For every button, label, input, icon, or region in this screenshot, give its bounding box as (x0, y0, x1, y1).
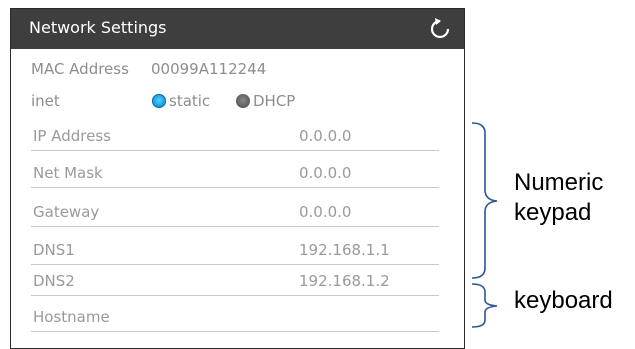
numeric-keypad-annotation: Numeric keypad (514, 168, 603, 228)
ip-address-field[interactable]: IP Address 0.0.0.0 (31, 121, 439, 151)
net-mask-label: Net Mask (33, 164, 103, 182)
gateway-field[interactable]: Gateway 0.0.0.0 (31, 197, 439, 227)
radio-selected-icon (152, 94, 166, 108)
dns2-label: DNS2 (33, 272, 75, 290)
numeric-keypad-bracket (471, 122, 498, 279)
gateway-value: 0.0.0.0 (299, 203, 352, 221)
radio-unselected-icon (236, 94, 250, 108)
inet-dhcp-label: DHCP (253, 92, 296, 110)
title-bar: Network Settings (11, 9, 464, 49)
numeric-keypad-annotation-line1: Numeric (514, 169, 604, 196)
keyboard-bracket (471, 283, 498, 328)
keyboard-annotation: keyboard (514, 287, 613, 314)
numeric-keypad-annotation-line2: keypad (514, 199, 592, 226)
net-mask-field[interactable]: Net Mask 0.0.0.0 (31, 158, 439, 188)
ip-address-label: IP Address (33, 127, 111, 145)
window-title: Network Settings (29, 18, 167, 37)
inet-static-label: static (169, 92, 211, 110)
mac-address-label: MAC Address (31, 60, 129, 78)
dns2-value: 192.168.1.2 (299, 272, 390, 290)
dns2-field[interactable]: DNS2 192.168.1.2 (31, 266, 439, 296)
inet-label: inet (31, 92, 60, 110)
dns1-value: 192.168.1.1 (299, 241, 390, 259)
inet-static-radio[interactable]: static (152, 92, 210, 110)
refresh-icon[interactable] (424, 13, 456, 45)
inet-dhcp-radio[interactable]: DHCP (236, 92, 295, 110)
dns1-field[interactable]: DNS1 192.168.1.1 (31, 235, 439, 265)
hostname-field[interactable]: Hostname (31, 302, 439, 332)
gateway-label: Gateway (33, 203, 100, 221)
dns1-label: DNS1 (33, 241, 75, 259)
network-settings-panel: Network Settings MAC Address 00099A11224… (10, 8, 465, 349)
hostname-label: Hostname (33, 308, 110, 326)
ip-address-value: 0.0.0.0 (299, 127, 352, 145)
net-mask-value: 0.0.0.0 (299, 164, 352, 182)
mac-address-value: 00099A112244 (151, 60, 267, 78)
